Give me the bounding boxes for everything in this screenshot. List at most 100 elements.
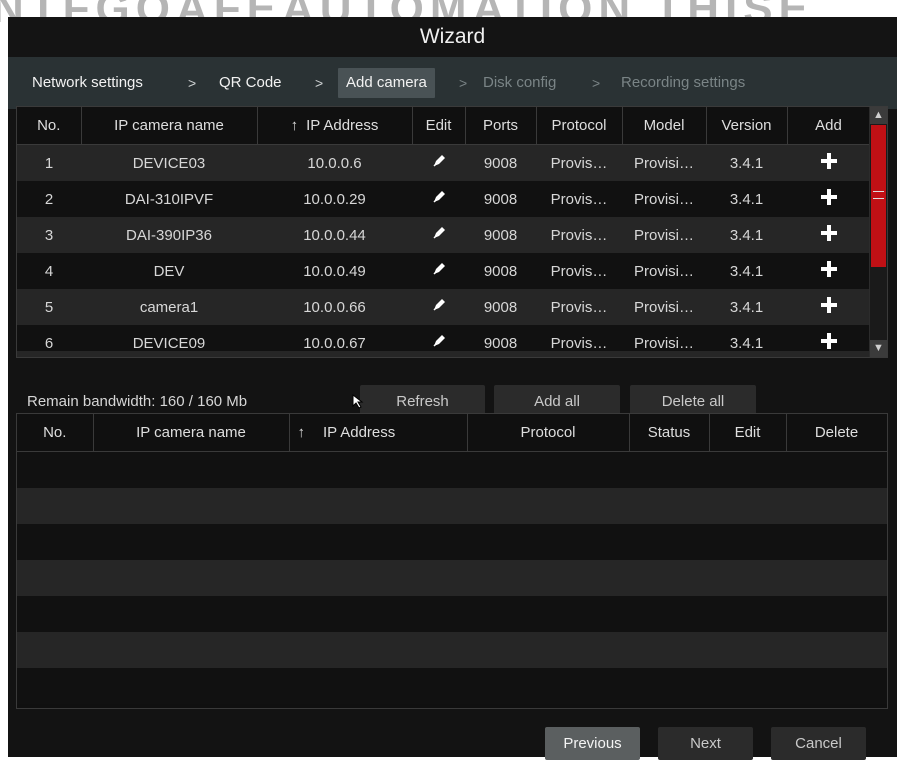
cell-model: Provisi… xyxy=(622,289,706,325)
col-header-ip-address[interactable]: ↑ IP Address xyxy=(257,107,413,145)
col-header-ip-camera-name[interactable]: IP camera name xyxy=(93,414,290,452)
col-header-delete: Delete xyxy=(786,414,887,452)
window-title: Wizard xyxy=(8,17,897,57)
edit-pencil-icon[interactable] xyxy=(431,297,447,317)
cell-ip-address: 10.0.0.6 xyxy=(257,144,412,181)
cell-protocol: Provis… xyxy=(536,253,622,289)
empty-row xyxy=(17,560,887,596)
previous-button[interactable]: Previous xyxy=(545,727,640,760)
table-row[interactable]: 3 DAI-390IP36 10.0.0.44 9008 Provis… Provisi…… xyxy=(17,217,870,253)
cell-ip-camera-name: camera1 xyxy=(81,289,257,325)
step-recording-settings: Recording settings xyxy=(621,74,746,91)
cell-protocol: Provis… xyxy=(536,217,622,253)
col-header-ip-camera-name[interactable]: IP camera name xyxy=(81,107,258,145)
table-row[interactable]: 4 DEV 10.0.0.49 9008 Provis… Provisi… 3.4.1 xyxy=(17,253,870,289)
cell-ip-camera-name: DEVICE03 xyxy=(81,144,257,181)
cell-ip-address: 10.0.0.44 xyxy=(257,217,412,253)
cell-port: 9008 xyxy=(465,289,536,325)
next-button[interactable]: Next xyxy=(658,727,753,760)
cell-version: 3.4.1 xyxy=(706,181,787,217)
cell-add xyxy=(787,217,870,253)
empty-row xyxy=(17,451,887,488)
col-header-no[interactable]: No. xyxy=(17,414,94,452)
table-row[interactable]: 2 DAI-310IPVF 10.0.0.29 9008 Provis… Provisi…… xyxy=(17,181,870,217)
step-separator: > xyxy=(315,75,324,91)
step-qr-code[interactable]: QR Code xyxy=(219,68,282,98)
step-disk-config: Disk config xyxy=(483,74,557,91)
edit-pencil-icon[interactable] xyxy=(431,261,447,281)
add-plus-icon[interactable] xyxy=(820,296,838,318)
scroll-up-icon[interactable]: ▲ xyxy=(870,107,887,124)
col-header-protocol[interactable]: Protocol xyxy=(536,107,623,145)
cell-add xyxy=(787,144,870,181)
cell-add xyxy=(787,289,870,325)
cell-ip-camera-name: DEV xyxy=(81,253,257,289)
col-header-edit: Edit xyxy=(412,107,466,145)
empty-row xyxy=(17,596,887,632)
empty-row xyxy=(17,488,887,524)
cell-no: 5 xyxy=(17,289,81,325)
cell-version: 3.4.1 xyxy=(706,253,787,289)
cell-version: 3.4.1 xyxy=(706,144,787,181)
remain-bandwidth-label: Remain bandwidth: 160 / 160 Mb xyxy=(27,393,248,410)
empty-row xyxy=(17,668,887,704)
add-plus-icon[interactable] xyxy=(820,260,838,282)
cell-edit xyxy=(412,289,465,325)
table-row[interactable]: 5 camera1 10.0.0.66 9008 Provis… Provisi… 3.4.… xyxy=(17,289,870,325)
edit-pencil-icon[interactable] xyxy=(431,153,447,173)
col-header-ip-address-label: IP Address xyxy=(323,424,396,441)
col-header-protocol[interactable]: Protocol xyxy=(467,414,630,452)
cell-protocol: Provis… xyxy=(536,181,622,217)
cell-ip-address: 10.0.0.66 xyxy=(257,289,412,325)
scrollbar-grip-icon xyxy=(873,191,884,199)
cell-port: 9008 xyxy=(465,181,536,217)
edit-pencil-icon[interactable] xyxy=(431,189,447,209)
sort-up-arrow-icon: ↑ xyxy=(297,424,306,441)
added-cameras-table: No. IP camera name ↑ IP Address Protocol … xyxy=(16,413,888,709)
cell-model: Provisi… xyxy=(622,253,706,289)
edit-pencil-icon[interactable] xyxy=(431,333,447,353)
mouse-pointer-icon xyxy=(352,394,364,409)
cell-add xyxy=(787,253,870,289)
add-plus-icon[interactable] xyxy=(820,188,838,210)
col-header-no[interactable]: No. xyxy=(17,107,82,145)
cell-no: 1 xyxy=(17,144,81,181)
cell-ip-address: 10.0.0.49 xyxy=(257,253,412,289)
cell-ip-address: 10.0.0.29 xyxy=(257,181,412,217)
cell-no: 4 xyxy=(17,253,81,289)
col-header-status[interactable]: Status xyxy=(629,414,710,452)
empty-row xyxy=(17,632,887,668)
cell-protocol: Provis… xyxy=(536,144,622,181)
col-header-model[interactable]: Model xyxy=(622,107,707,145)
empty-row xyxy=(17,524,887,560)
cell-edit xyxy=(412,181,465,217)
cell-ip-camera-name: DAI-310IPVF xyxy=(81,181,257,217)
col-header-ports[interactable]: Ports xyxy=(465,107,537,145)
col-header-ip-address[interactable]: ↑ IP Address xyxy=(289,414,468,452)
cell-edit xyxy=(412,144,465,181)
cell-no: 2 xyxy=(17,181,81,217)
table-row[interactable]: 1 DEVICE03 10.0.0.6 9008 Provis… Provisi… 3.4.… xyxy=(17,144,870,181)
cell-model: Provisi… xyxy=(622,144,706,181)
step-add-camera[interactable]: Add camera xyxy=(338,68,435,98)
cell-port: 9008 xyxy=(465,144,536,181)
cell-edit xyxy=(412,217,465,253)
cancel-button[interactable]: Cancel xyxy=(771,727,866,760)
table-row-partial xyxy=(17,351,870,357)
cell-no: 3 xyxy=(17,217,81,253)
add-plus-icon[interactable] xyxy=(820,224,838,246)
step-separator: > xyxy=(188,75,197,91)
cell-version: 3.4.1 xyxy=(706,289,787,325)
search-results-table: No. IP camera name ↑ IP Address Edit Port… xyxy=(16,106,888,358)
step-network-settings[interactable]: Network settings xyxy=(32,68,143,98)
edit-pencil-icon[interactable] xyxy=(431,225,447,245)
add-plus-icon[interactable] xyxy=(820,152,838,174)
vertical-scrollbar[interactable]: ▲ ▼ xyxy=(869,107,887,357)
sort-up-arrow-icon: ↑ xyxy=(290,117,299,134)
col-header-ip-address-label: IP Address xyxy=(306,117,379,134)
cell-model: Provisi… xyxy=(622,181,706,217)
col-header-version[interactable]: Version xyxy=(706,107,788,145)
scroll-down-icon[interactable]: ▼ xyxy=(870,340,887,357)
wizard-steps: Network settings > QR Code > Add camera … xyxy=(8,57,897,109)
cell-edit xyxy=(412,253,465,289)
